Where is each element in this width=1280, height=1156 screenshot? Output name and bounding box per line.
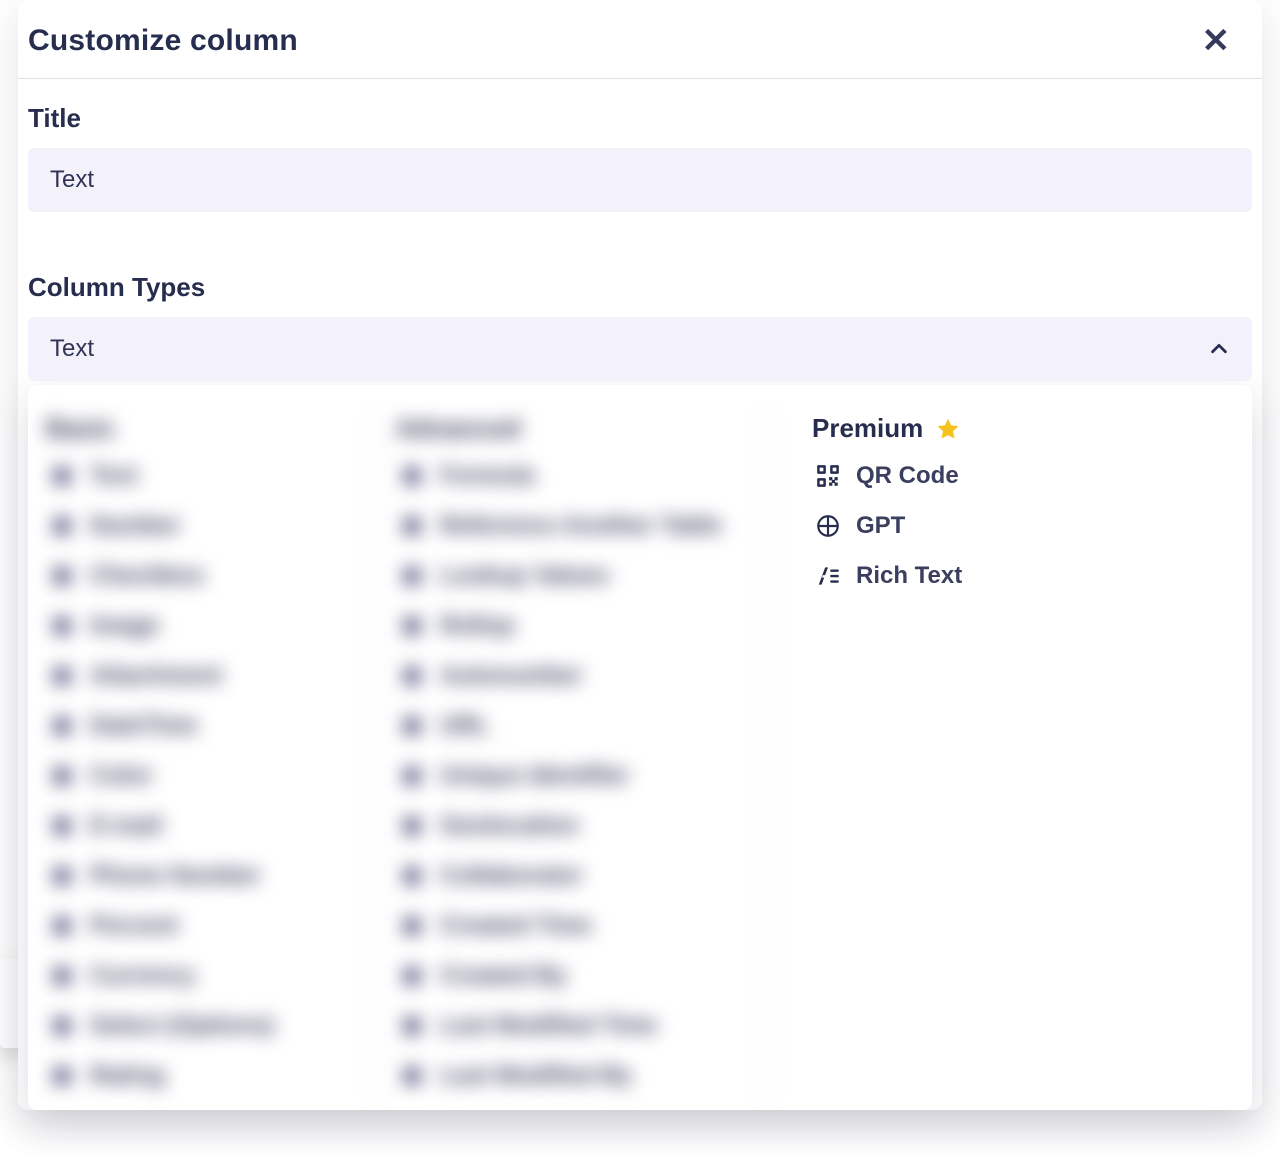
type-group-advanced: Advanced Formula Reference Another Table…	[378, 413, 768, 1100]
column-types-label: Column Types	[28, 272, 1252, 303]
created-by-icon	[398, 962, 426, 990]
title-input[interactable]: Text	[28, 148, 1252, 212]
close-icon: ✕	[1202, 22, 1231, 60]
type-option-image[interactable]: Image	[46, 608, 349, 644]
type-option-rich-text[interactable]: Rich Text	[812, 558, 1224, 594]
type-group-heading: Premium	[812, 413, 1224, 444]
mod-time-icon	[398, 1012, 426, 1040]
uid-icon	[398, 762, 426, 790]
type-group-basic: Basic Text Number Checkbox Image Attachm…	[28, 413, 378, 1100]
type-option-formula[interactable]: Formula	[396, 458, 739, 494]
geo-icon	[398, 812, 426, 840]
url-icon	[398, 712, 426, 740]
type-option-url[interactable]: URL	[396, 708, 739, 744]
type-option-label: QR Code	[856, 462, 959, 490]
type-group-basic-items: Text Number Checkbox Image Attachment Da…	[46, 458, 349, 1094]
type-option-currency[interactable]: Currency	[46, 958, 349, 994]
type-option-email[interactable]: E-mail	[46, 808, 349, 844]
type-option-qr-code[interactable]: QR Code	[812, 458, 1224, 494]
type-group-premium: Premium	[768, 413, 1252, 1100]
type-option-label: Rich Text	[856, 562, 962, 590]
modal-title: Customize column	[28, 24, 298, 58]
percent-icon	[48, 912, 76, 940]
column-type-select[interactable]: Text	[28, 317, 1252, 381]
customize-column-modal: Customize column ✕ Title Text Column Typ…	[18, 0, 1262, 1110]
rollup-icon	[398, 612, 426, 640]
type-group-heading: Advanced	[396, 413, 739, 444]
gpt-icon	[814, 512, 842, 540]
type-option-reference[interactable]: Reference Another Table	[396, 508, 739, 544]
rich-text-icon	[814, 562, 842, 590]
phone-icon	[48, 862, 76, 890]
type-option-attachment[interactable]: Attachment	[46, 658, 349, 694]
type-group-heading: Basic	[46, 413, 349, 444]
type-option-checkbox[interactable]: Checkbox	[46, 558, 349, 594]
title-input-value: Text	[50, 166, 94, 193]
type-option-rollup[interactable]: Rollup	[396, 608, 739, 644]
type-option-select[interactable]: Select (Options)	[46, 1008, 349, 1044]
lookup-icon	[398, 562, 426, 590]
datetime-icon	[48, 712, 76, 740]
color-icon	[48, 762, 76, 790]
collaborator-icon	[398, 862, 426, 890]
type-group-premium-items: QR Code GPT	[812, 458, 1224, 594]
checkbox-icon	[48, 562, 76, 590]
type-option-phone[interactable]: Phone Number	[46, 858, 349, 894]
title-field-label: Title	[28, 103, 1252, 134]
chevron-up-icon	[1208, 338, 1230, 360]
type-option-gpt[interactable]: GPT	[812, 508, 1224, 544]
star-icon	[935, 416, 961, 442]
type-option-mod-time[interactable]: Last Modified Time	[396, 1008, 739, 1044]
close-button[interactable]: ✕	[1198, 24, 1235, 58]
column-type-select-value: Text	[50, 335, 94, 363]
reference-icon	[398, 512, 426, 540]
created-time-icon	[398, 912, 426, 940]
currency-icon	[48, 962, 76, 990]
type-option-number[interactable]: Number	[46, 508, 349, 544]
type-option-text[interactable]: Text	[46, 458, 349, 494]
type-option-uid[interactable]: Unique Identifier	[396, 758, 739, 794]
type-option-color[interactable]: Color	[46, 758, 349, 794]
rating-icon	[48, 1062, 76, 1090]
type-option-mod-by[interactable]: Last Modified By	[396, 1058, 739, 1094]
type-option-created-by[interactable]: Created By	[396, 958, 739, 994]
type-option-collaborator[interactable]: Collaborator	[396, 858, 739, 894]
attachment-icon	[48, 662, 76, 690]
qr-code-icon	[814, 462, 842, 490]
type-option-created-time[interactable]: Created Time	[396, 908, 739, 944]
type-option-rating[interactable]: Rating	[46, 1058, 349, 1094]
modal-header: Customize column ✕	[18, 24, 1262, 79]
type-option-lookup[interactable]: Lookup Values	[396, 558, 739, 594]
type-option-autonumber[interactable]: Autonumber	[396, 658, 739, 694]
column-type-dropdown: Basic Text Number Checkbox Image Attachm…	[28, 385, 1252, 1110]
type-group-advanced-items: Formula Reference Another Table Lookup V…	[396, 458, 739, 1094]
formula-icon	[398, 462, 426, 490]
type-option-label: GPT	[856, 512, 905, 540]
image-icon	[48, 612, 76, 640]
number-icon	[48, 512, 76, 540]
email-icon	[48, 812, 76, 840]
type-option-geo[interactable]: Geolocation	[396, 808, 739, 844]
type-option-percent[interactable]: Percent	[46, 908, 349, 944]
mod-by-icon	[398, 1062, 426, 1090]
type-option-datetime[interactable]: DateTime	[46, 708, 349, 744]
autonumber-icon	[398, 662, 426, 690]
select-icon	[48, 1012, 76, 1040]
text-icon	[48, 462, 76, 490]
